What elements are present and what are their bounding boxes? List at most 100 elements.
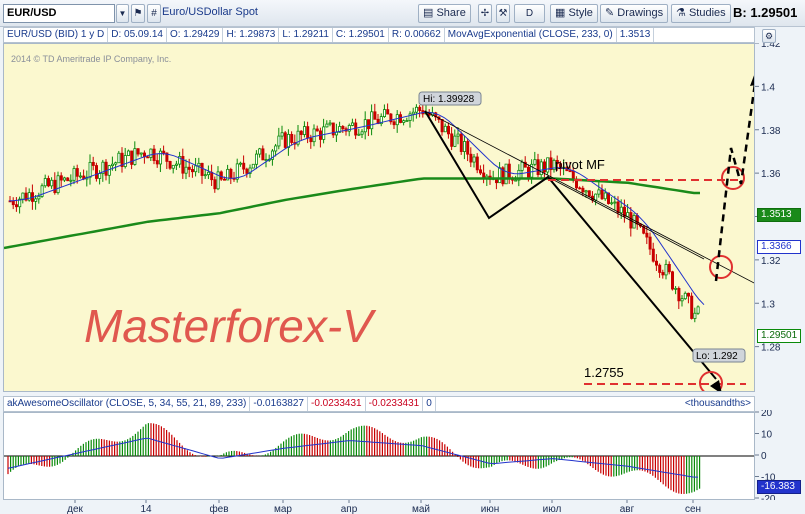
candle-34: [117, 150, 121, 164]
candle-136: [443, 123, 447, 133]
candle-22: [79, 172, 83, 179]
candle-184: [597, 181, 601, 198]
candle-52: [174, 160, 178, 171]
oscillator-last-box: -16.383: [757, 480, 801, 494]
grid-icon[interactable]: #: [147, 4, 161, 23]
candle-156: [507, 159, 511, 184]
candle-13: [50, 177, 54, 189]
candle-101: [331, 122, 335, 138]
candle-66: [219, 170, 223, 181]
candle-110: [360, 129, 364, 138]
candle-214: [693, 307, 697, 323]
candle-128: [418, 105, 422, 118]
share-icon: ▤: [423, 7, 434, 19]
price-chart-panel[interactable]: 2014 © TD Ameritrade IP Company, Inc. Hi…: [3, 43, 755, 392]
candle-164: [533, 151, 537, 167]
style-button[interactable]: ▦ Style: [550, 4, 598, 23]
range-value: R: 0.00662: [389, 28, 445, 42]
forecast-arrowhead: [750, 75, 754, 86]
instrument-label: EUR/USD (BID) 1 y D: [4, 28, 109, 42]
candle-138: [450, 127, 454, 151]
ohlc-status-bar: EUR/USD (BID) 1 y D D: 05.09.14 O: 1.294…: [3, 27, 755, 43]
candle-121: [395, 110, 399, 133]
candle-55: [184, 159, 188, 180]
candle-188: [610, 197, 614, 206]
symbol-input[interactable]: EUR/USD: [3, 4, 115, 23]
oscillator-value-3: -0.0233431: [366, 397, 424, 411]
flag-icon[interactable]: ⚑: [131, 4, 145, 23]
candle-117: [382, 104, 386, 118]
candle-208: [674, 286, 678, 295]
last-price-box: 1.29501: [757, 329, 801, 343]
watermark-text: Masterforex-V: [84, 300, 373, 352]
studies-button[interactable]: ⚗ Studies: [671, 4, 731, 23]
candle-95: [312, 124, 316, 147]
candle-30: [104, 159, 108, 181]
target-arrowhead: [710, 380, 722, 391]
oscillator-tick-label: 0: [761, 451, 767, 462]
candle-198: [642, 225, 646, 235]
candle-112: [366, 119, 370, 137]
study-value: 1.3513: [617, 28, 655, 42]
candle-77: [254, 150, 258, 170]
oscillator-tick-label: -20: [761, 494, 776, 500]
candle-97: [318, 127, 322, 148]
candle-71: [235, 158, 239, 183]
candles-layer: [8, 103, 700, 323]
candle-165: [536, 153, 540, 178]
share-button[interactable]: ▤ Share: [418, 4, 471, 23]
pencil-icon: ✎: [605, 7, 615, 19]
ma-price-box: 1.3366: [757, 240, 801, 254]
price-tick-label: 1.28: [761, 343, 781, 354]
wrench-icon[interactable]: ⚒: [496, 4, 510, 23]
oscillator-svg: [4, 423, 754, 494]
time-tick-label: 14: [140, 504, 152, 514]
high-value: H: 1.29873: [223, 28, 280, 42]
crosshair-icon[interactable]: ✢: [478, 4, 492, 23]
oscillator-tick-label: 20: [761, 410, 773, 419]
candle-49: [165, 152, 169, 170]
candle-204: [661, 269, 665, 279]
oscillator-units: <thousandths>: [684, 398, 751, 409]
candle-3: [18, 196, 22, 214]
candle-60: [200, 162, 204, 184]
candle-12: [47, 175, 51, 188]
candle-200: [648, 232, 652, 255]
oscillator-tick-label: 10: [761, 430, 773, 441]
candle-177: [575, 176, 579, 191]
oscillator-panel[interactable]: [3, 412, 755, 500]
candle-109: [357, 128, 361, 136]
candle-99: [325, 120, 329, 128]
oscillator-value-1: -0.0163827: [250, 397, 308, 411]
candle-63: [210, 164, 214, 186]
style-icon: ▦: [555, 7, 566, 19]
settings-icon[interactable]: ⚙: [762, 29, 776, 43]
candle-155: [504, 163, 508, 185]
candle-88: [290, 131, 294, 146]
candle-123: [402, 119, 406, 126]
candle-16: [59, 172, 63, 187]
candle-64: [213, 176, 217, 193]
candle-166: [539, 158, 543, 178]
oscillator-value-2: -0.0233431: [308, 397, 366, 411]
draw-mode-button[interactable]: D: [514, 4, 545, 23]
symbol-dropdown-button[interactable]: ▼: [116, 4, 129, 23]
candle-79: [261, 145, 265, 161]
candle-96: [315, 125, 319, 132]
candle-192: [623, 199, 627, 223]
candle-90: [296, 125, 300, 147]
drawings-button[interactable]: ✎ Drawings: [600, 4, 669, 23]
candle-120: [392, 119, 396, 130]
candle-81: [267, 154, 271, 162]
candle-46: [155, 154, 159, 168]
candle-143: [466, 138, 470, 162]
time-axis: дек 14 фев мар апр май июн июл авг сен: [67, 500, 701, 514]
lo-label: Lo: 1.292: [696, 351, 738, 362]
symbol-description: Euro/USDollar Spot: [162, 6, 258, 18]
time-tick-label: сен: [685, 504, 701, 514]
candle-70: [232, 171, 236, 182]
study-name: MovAvgExponential (CLOSE, 233, 0): [445, 28, 617, 42]
candle-18: [66, 177, 70, 182]
candle-6: [27, 188, 31, 202]
candle-39: [133, 141, 137, 166]
